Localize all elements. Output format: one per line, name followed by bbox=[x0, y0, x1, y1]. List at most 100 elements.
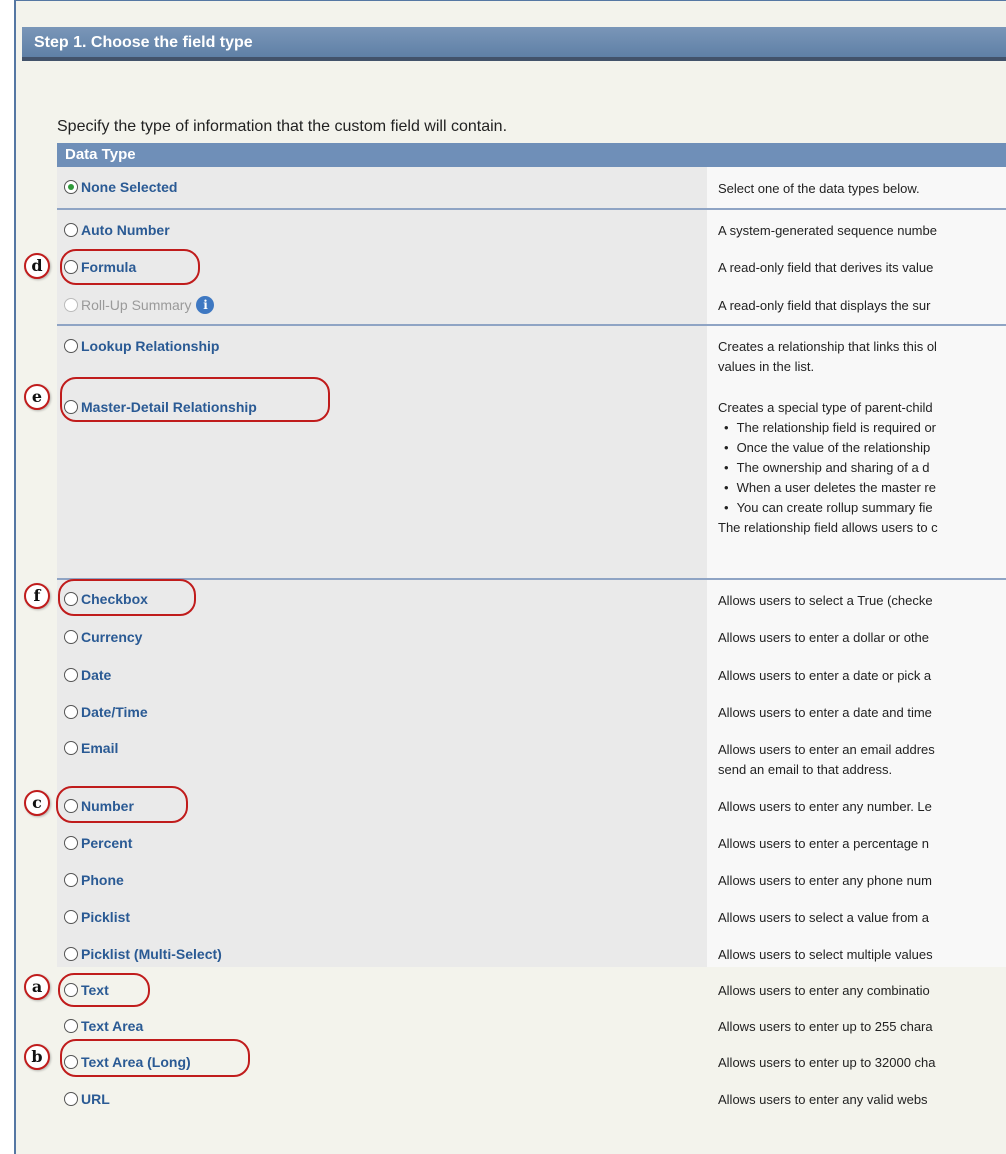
radio-lookup-relationship[interactable]: Lookup Relationship bbox=[64, 335, 219, 357]
radio-percent[interactable]: Percent bbox=[64, 832, 132, 854]
option-label: Formula bbox=[81, 259, 137, 275]
option-label: URL bbox=[81, 1091, 110, 1107]
radio-button[interactable] bbox=[64, 1019, 78, 1033]
radio-text-area-long[interactable]: Text Area (Long) bbox=[64, 1051, 191, 1073]
desc-date-time: Allows users to enter a date and time bbox=[718, 705, 932, 720]
radio-none-selected[interactable]: None Selected bbox=[64, 176, 177, 198]
desc-bullet: The ownership and sharing of a d bbox=[724, 458, 1006, 478]
radio-formula[interactable]: Formula bbox=[64, 256, 136, 278]
desc-picklist: Allows users to select a value from a bbox=[718, 910, 929, 925]
desc-none-selected: Select one of the data types below. bbox=[718, 181, 920, 196]
radio-currency[interactable]: Currency bbox=[64, 626, 142, 648]
desc-text: Allows users to enter any combinatio bbox=[718, 983, 930, 998]
option-label: Date/Time bbox=[81, 704, 148, 720]
radio-button[interactable] bbox=[64, 630, 78, 644]
radio-button[interactable] bbox=[64, 741, 78, 755]
group-separator bbox=[57, 578, 1006, 580]
desc-line: The relationship field allows users to c bbox=[718, 520, 938, 535]
option-label: Picklist bbox=[81, 909, 131, 925]
radio-text-area[interactable]: Text Area bbox=[64, 1015, 143, 1037]
radio-button[interactable] bbox=[64, 947, 78, 961]
desc-line: Creates a relationship that links this o… bbox=[718, 339, 937, 354]
radio-button[interactable] bbox=[64, 799, 78, 813]
desc-line: Creates a special type of parent-child bbox=[718, 400, 933, 415]
radio-url[interactable]: URL bbox=[64, 1088, 110, 1110]
desc-lookup-relationship: Creates a relationship that links this o… bbox=[718, 337, 1006, 377]
desc-text-area: Allows users to enter up to 255 chara bbox=[718, 1019, 933, 1034]
radio-text[interactable]: Text bbox=[64, 979, 109, 1001]
option-label: Text Area (Long) bbox=[81, 1054, 191, 1070]
annotation-badge-b: b bbox=[24, 1044, 50, 1070]
option-label: Master-Detail Relationship bbox=[81, 399, 257, 415]
radio-phone[interactable]: Phone bbox=[64, 869, 124, 891]
option-label: Roll-Up Summary bbox=[81, 297, 192, 313]
radio-button[interactable] bbox=[64, 983, 78, 997]
desc-date: Allows users to enter a date or pick a bbox=[718, 668, 932, 683]
desc-line: Allows users to enter an email addres bbox=[718, 742, 935, 757]
radio-button[interactable] bbox=[64, 1092, 78, 1106]
radio-number[interactable]: Number bbox=[64, 795, 134, 817]
radio-button[interactable] bbox=[64, 592, 78, 606]
option-label: Text Area bbox=[81, 1018, 144, 1034]
radio-date-time[interactable]: Date/Time bbox=[64, 701, 148, 723]
radio-picklist[interactable]: Picklist bbox=[64, 906, 130, 928]
desc-number: Allows users to enter any number. Le bbox=[718, 799, 932, 814]
radio-button[interactable] bbox=[64, 260, 78, 274]
annotation-badge-e: e bbox=[24, 384, 50, 410]
data-type-header: Data Type bbox=[57, 143, 1006, 167]
desc-percent: Allows users to enter a percentage n bbox=[718, 836, 930, 851]
radio-date[interactable]: Date bbox=[64, 664, 111, 686]
option-label: None Selected bbox=[81, 179, 178, 195]
radio-button[interactable] bbox=[64, 339, 78, 353]
radio-picklist-multi-select[interactable]: Picklist (Multi-Select) bbox=[64, 943, 222, 965]
desc-line: values in the list. bbox=[718, 359, 815, 374]
desc-picklist-multi: Allows users to select multiple values bbox=[718, 947, 933, 962]
radio-button[interactable] bbox=[64, 400, 78, 414]
option-label: Currency bbox=[81, 629, 143, 645]
radio-auto-number[interactable]: Auto Number bbox=[64, 219, 170, 241]
info-icon[interactable]: i bbox=[196, 296, 215, 314]
radio-button[interactable] bbox=[64, 910, 78, 924]
desc-bullet: The relationship field is required or bbox=[724, 418, 1006, 438]
option-label: Email bbox=[81, 740, 119, 756]
desc-text-area-long: Allows users to enter up to 32000 cha bbox=[718, 1055, 936, 1070]
annotation-badge-c: c bbox=[24, 790, 50, 816]
desc-phone: Allows users to enter any phone num bbox=[718, 873, 932, 888]
radio-master-detail-relationship[interactable]: Master-Detail Relationship bbox=[64, 396, 257, 418]
desc-email: Allows users to enter an email addres se… bbox=[718, 740, 1006, 780]
desc-bullet: You can create rollup summary fie bbox=[724, 498, 1006, 518]
desc-url: Allows users to enter any valid webs bbox=[718, 1092, 928, 1107]
radio-button[interactable] bbox=[64, 873, 78, 887]
radio-button[interactable] bbox=[64, 223, 78, 237]
option-label: Text bbox=[81, 982, 109, 998]
radio-button[interactable] bbox=[64, 836, 78, 850]
radio-button[interactable] bbox=[64, 1055, 78, 1069]
radio-button bbox=[64, 298, 78, 312]
option-label: Picklist (Multi-Select) bbox=[81, 946, 222, 962]
group-separator bbox=[57, 208, 1006, 210]
radio-button[interactable] bbox=[64, 180, 78, 194]
step-title: Step 1. Choose the field type bbox=[22, 27, 1006, 61]
desc-bullet-list: The relationship field is required or On… bbox=[718, 418, 1006, 518]
desc-bullet: Once the value of the relationship bbox=[724, 438, 1006, 458]
annotation-badge-f: f bbox=[24, 583, 50, 609]
radio-button[interactable] bbox=[64, 668, 78, 682]
annotation-badge-a: a bbox=[24, 974, 50, 1000]
radio-checkbox[interactable]: Checkbox bbox=[64, 588, 148, 610]
radio-button[interactable] bbox=[64, 705, 78, 719]
annotation-badge-d: d bbox=[24, 253, 50, 279]
desc-master-detail: Creates a special type of parent-child T… bbox=[718, 398, 1006, 538]
desc-currency: Allows users to enter a dollar or othe bbox=[718, 630, 929, 645]
intro-text: Specify the type of information that the… bbox=[57, 118, 508, 135]
desc-checkbox: Allows users to select a True (checke bbox=[718, 593, 933, 608]
desc-auto-number: A system-generated sequence numbe bbox=[718, 223, 937, 238]
option-label: Lookup Relationship bbox=[81, 338, 220, 354]
radio-roll-up-summary: Roll-Up Summary i bbox=[64, 294, 215, 316]
group-separator bbox=[57, 324, 1006, 326]
option-label: Auto Number bbox=[81, 222, 170, 238]
radio-email[interactable]: Email bbox=[64, 737, 118, 759]
option-label: Phone bbox=[81, 872, 124, 888]
desc-formula: A read-only field that derives its value bbox=[718, 260, 934, 275]
desc-bullet: When a user deletes the master re bbox=[724, 478, 1006, 498]
option-label: Percent bbox=[81, 835, 133, 851]
